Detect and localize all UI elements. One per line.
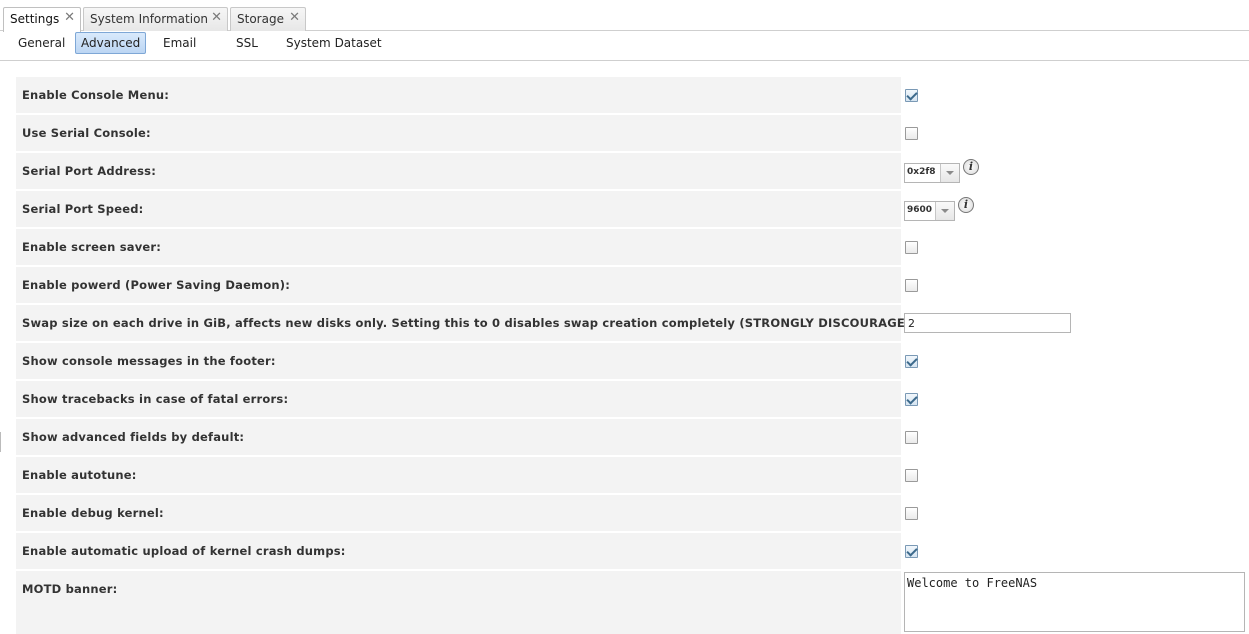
tab-settings[interactable]: Settings ✕ bbox=[3, 7, 81, 32]
select-value: 9600 bbox=[907, 205, 933, 215]
chevron-down-icon[interactable] bbox=[935, 202, 954, 220]
show-console-messages-checkbox[interactable] bbox=[905, 355, 918, 368]
field-label: Enable automatic upload of kernel crash … bbox=[22, 544, 346, 558]
form-row-enable-autotune: Enable autotune: bbox=[16, 457, 901, 493]
field-label: Use Serial Console: bbox=[22, 126, 151, 140]
subtab-ssl[interactable]: SSL bbox=[230, 32, 264, 54]
tab-label: Settings bbox=[10, 12, 60, 26]
chevron-down-icon[interactable] bbox=[940, 164, 959, 182]
close-icon[interactable]: ✕ bbox=[64, 11, 75, 25]
form-row-swap-size: Swap size on each drive in GiB, affects … bbox=[16, 305, 925, 341]
form-row-use-serial-console: Use Serial Console: bbox=[16, 115, 901, 151]
form-row-show-tracebacks: Show tracebacks in case of fatal errors: bbox=[16, 381, 901, 417]
form-row-show-advanced-fields: Show advanced fields by default: bbox=[16, 419, 901, 455]
show-advanced-fields-checkbox[interactable] bbox=[905, 431, 918, 444]
field-label: Enable debug kernel: bbox=[22, 506, 164, 520]
show-tracebacks-checkbox[interactable] bbox=[905, 393, 918, 406]
field-label: Swap size on each drive in GiB, affects … bbox=[22, 316, 925, 330]
info-icon[interactable]: i bbox=[963, 159, 979, 175]
subtab-general[interactable]: General bbox=[12, 32, 71, 54]
motd-banner-textarea[interactable]: Welcome to FreeNAS bbox=[904, 572, 1245, 632]
enable-screen-saver-checkbox[interactable] bbox=[905, 241, 918, 254]
field-label: Show tracebacks in case of fatal errors: bbox=[22, 392, 289, 406]
tab-storage[interactable]: Storage ✕ bbox=[230, 7, 306, 31]
form-row-enable-console-menu: Enable Console Menu: bbox=[16, 77, 901, 113]
form-row-show-console-messages: Show console messages in the footer: bbox=[16, 343, 901, 379]
field-label: Serial Port Speed: bbox=[22, 202, 144, 216]
close-icon[interactable]: ✕ bbox=[289, 11, 300, 25]
tab-label: Storage bbox=[237, 12, 284, 26]
subtab-advanced[interactable]: Advanced bbox=[75, 32, 147, 54]
field-label: Enable screen saver: bbox=[22, 240, 162, 254]
tab-label: System Information bbox=[90, 12, 209, 26]
enable-powerd-checkbox[interactable] bbox=[905, 279, 918, 292]
freenas-advanced-settings: Settings ✕ System Information ✕ Storage … bbox=[0, 0, 1249, 634]
swap-size-input[interactable] bbox=[904, 313, 1071, 333]
tab-system-information[interactable]: System Information ✕ bbox=[83, 7, 228, 31]
enable-crash-dumps-checkbox[interactable] bbox=[905, 545, 918, 558]
use-serial-console-checkbox[interactable] bbox=[905, 127, 918, 140]
field-label: Serial Port Address: bbox=[22, 164, 157, 178]
subtab-email[interactable]: Email bbox=[157, 32, 202, 54]
field-label: MOTD banner: bbox=[22, 582, 118, 596]
form-row-enable-crash-dumps: Enable automatic upload of kernel crash … bbox=[16, 533, 901, 569]
subtab-system-dataset[interactable]: System Dataset bbox=[280, 32, 388, 54]
serial-port-address-select[interactable]: 0x2f8 bbox=[904, 163, 960, 183]
form-row-serial-port-speed: Serial Port Speed: bbox=[16, 191, 901, 227]
form-row-motd-banner: MOTD banner: bbox=[16, 571, 901, 634]
field-label: Enable autotune: bbox=[22, 468, 137, 482]
info-icon[interactable]: i bbox=[958, 197, 974, 213]
field-label: Show advanced fields by default: bbox=[22, 430, 245, 444]
form-row-enable-debug-kernel: Enable debug kernel: bbox=[16, 495, 901, 531]
field-label: Show console messages in the footer: bbox=[22, 354, 276, 368]
main-tab-bar: Settings ✕ System Information ✕ Storage … bbox=[0, 0, 1249, 32]
enable-console-menu-checkbox[interactable] bbox=[905, 89, 918, 102]
form-row-serial-port-address: Serial Port Address: bbox=[16, 153, 901, 189]
enable-debug-kernel-checkbox[interactable] bbox=[905, 507, 918, 520]
settings-sub-tab-bar: General Advanced Email SSL System Datase… bbox=[0, 31, 1249, 61]
form-row-enable-powerd: Enable powerd (Power Saving Daemon): bbox=[16, 267, 901, 303]
field-label: Enable powerd (Power Saving Daemon): bbox=[22, 278, 291, 292]
form-row-enable-screen-saver: Enable screen saver: bbox=[16, 229, 901, 265]
enable-autotune-checkbox[interactable] bbox=[905, 469, 918, 482]
splitter-handle[interactable] bbox=[0, 432, 3, 452]
field-label: Enable Console Menu: bbox=[22, 88, 170, 102]
close-icon[interactable]: ✕ bbox=[211, 11, 222, 25]
serial-port-speed-select[interactable]: 9600 bbox=[904, 201, 955, 221]
select-value: 0x2f8 bbox=[907, 167, 936, 177]
